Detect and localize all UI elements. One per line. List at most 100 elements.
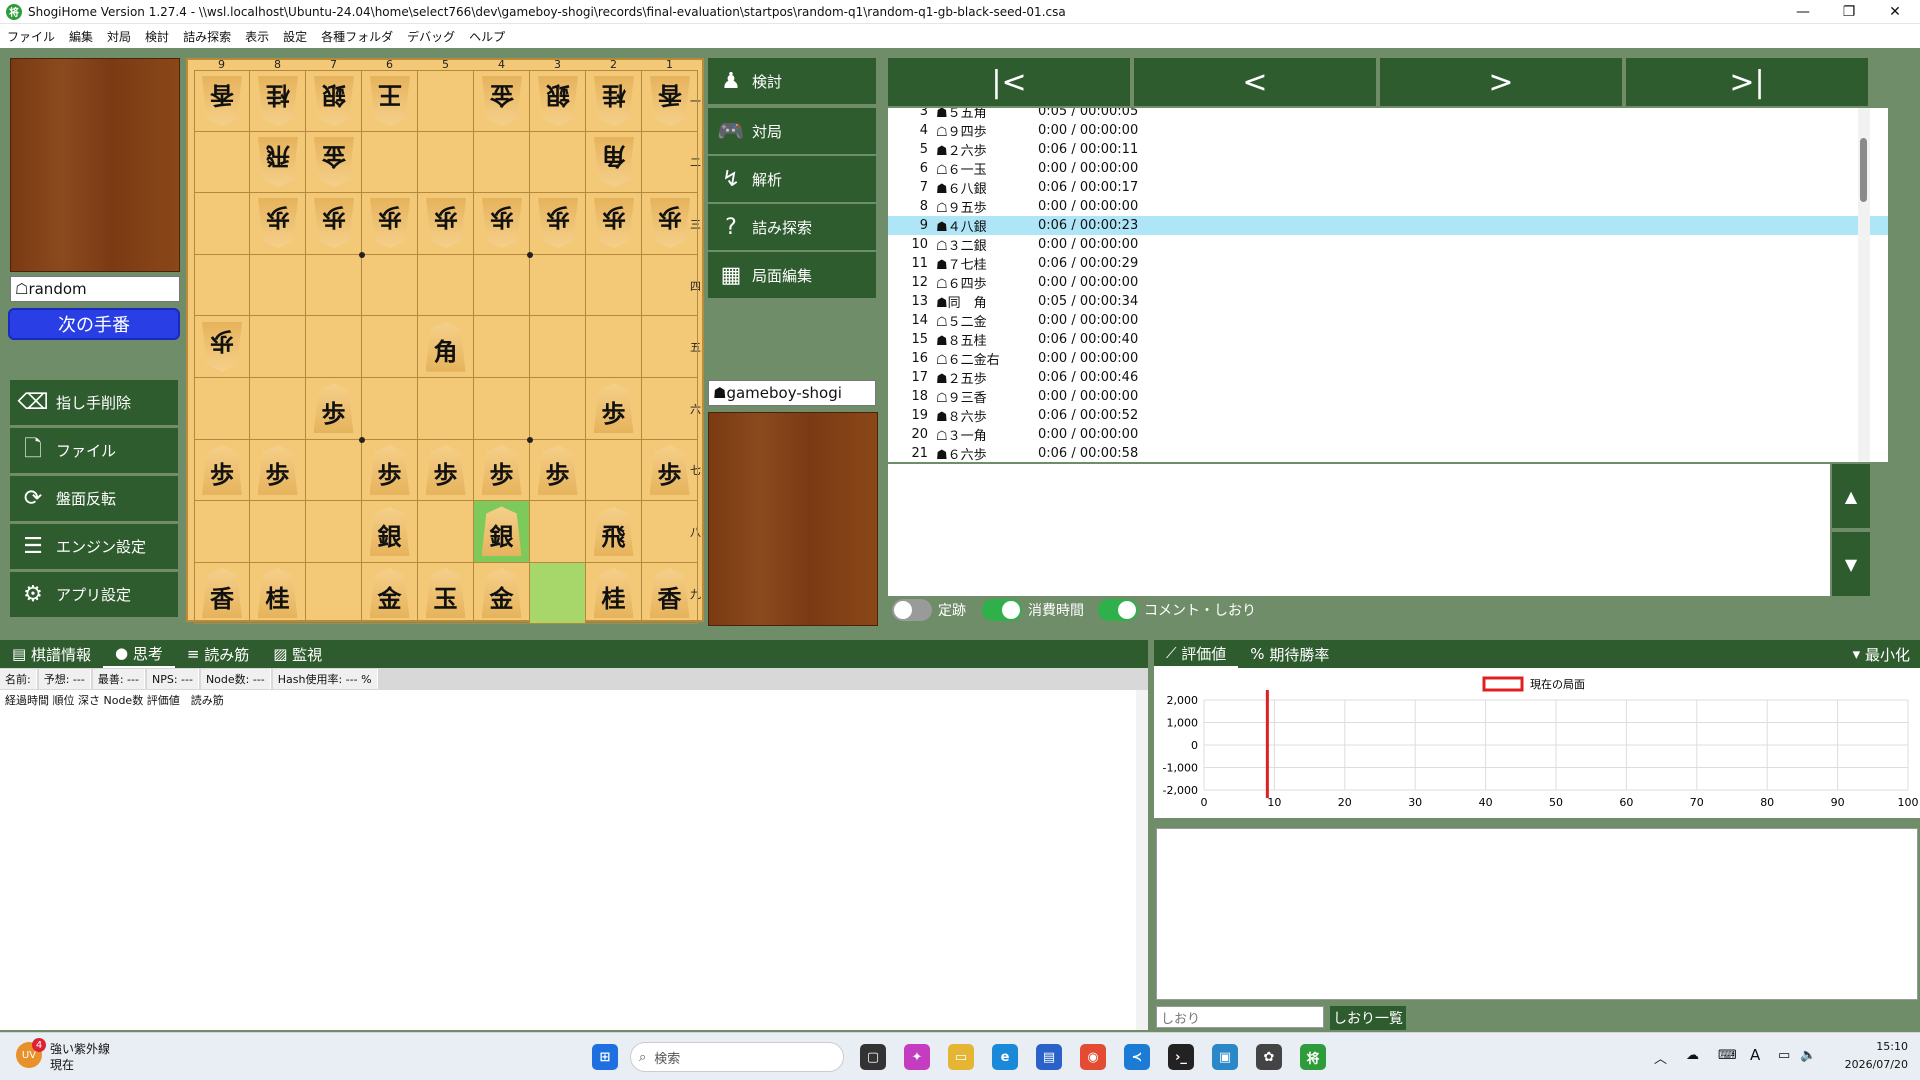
joseki-toggle[interactable]: 定跡 (892, 599, 966, 621)
shogi-piece[interactable]: 歩 (369, 444, 410, 495)
board-square[interactable]: 歩 (418, 439, 474, 502)
remote-desktop-icon[interactable]: ▣ (1212, 1044, 1238, 1070)
tab-win-rate[interactable]: % 期待勝率 (1238, 644, 1341, 665)
taskbar-search[interactable]: ⌕ 検索 (630, 1042, 844, 1072)
shogi-piece[interactable]: 角 (594, 137, 634, 187)
analysis-button[interactable]: ↯ 解析 (708, 156, 876, 202)
first-move-button[interactable]: |< (888, 58, 1132, 106)
engine-settings-button[interactable]: ☰ エンジン設定 (10, 524, 178, 570)
kifu-list[interactable]: 3 ☗５五角 0:05 / 00:00:05 4 ☖９四歩 0:00 / 00:00:00… (888, 108, 1888, 462)
board-square[interactable]: 金 (306, 131, 362, 194)
shogi-piece[interactable]: 桂 (593, 568, 634, 619)
shogi-piece[interactable]: 金 (369, 568, 410, 619)
shogi-piece[interactable]: 歩 (537, 444, 578, 495)
task-view-icon[interactable]: ▢ (860, 1044, 886, 1070)
menu-game[interactable]: 対局 (100, 28, 138, 45)
tab-thinking[interactable]: ● 思考 (102, 640, 175, 668)
board-square[interactable]: 歩 (642, 193, 698, 255)
think-scrollbar[interactable] (1136, 690, 1148, 1030)
board-square[interactable] (362, 131, 418, 194)
shogi-piece[interactable]: 銀 (314, 76, 354, 126)
board-square[interactable]: 銀 (306, 70, 362, 132)
ime-icon[interactable]: A (1750, 1046, 1760, 1064)
kifu-row[interactable]: 6 ☖６一玉 0:00 / 00:00:00 (888, 159, 1888, 178)
board-square[interactable]: 歩 (474, 439, 530, 502)
board-square[interactable]: 歩 (418, 193, 474, 255)
board-square[interactable]: 金 (474, 70, 530, 132)
chatgpt-icon[interactable]: ✿ (1256, 1044, 1282, 1070)
board-square[interactable]: 銀 (530, 70, 586, 132)
board-square[interactable]: 王 (362, 70, 418, 132)
board-square[interactable]: 角 (586, 131, 642, 194)
board-square[interactable]: 桂 (586, 562, 642, 625)
board-square[interactable]: 歩 (306, 193, 362, 255)
board-square[interactable] (642, 501, 698, 563)
shogi-piece[interactable]: 歩 (425, 444, 466, 495)
board-square[interactable]: 銀 (362, 501, 418, 563)
vscode-icon[interactable]: ≺ (1124, 1044, 1150, 1070)
kifu-row[interactable]: 4 ☖９四歩 0:00 / 00:00:00 (888, 121, 1888, 140)
shogi-piece[interactable]: 香 (202, 76, 242, 126)
menu-settings[interactable]: 設定 (276, 28, 314, 45)
menu-debug[interactable]: デバッグ (400, 28, 462, 45)
board-square[interactable] (474, 378, 530, 440)
next-move-button[interactable]: > (1380, 58, 1624, 106)
menu-folders[interactable]: 各種フォルダ (314, 28, 400, 45)
board-square[interactable] (474, 131, 530, 194)
shogi-piece[interactable]: 歩 (314, 198, 354, 248)
board-square[interactable] (362, 316, 418, 378)
file-button[interactable]: 🗋 ファイル (10, 428, 178, 474)
board-square[interactable] (418, 131, 474, 194)
kifu-row[interactable]: 14 ☖５二金 0:00 / 00:00:00 (888, 311, 1888, 330)
shogi-piece[interactable]: 歩 (370, 198, 410, 248)
sente-piece-stand[interactable] (708, 412, 878, 626)
board-square[interactable]: 歩 (194, 439, 250, 502)
shogi-piece[interactable]: 歩 (650, 198, 690, 248)
board-square[interactable] (530, 131, 586, 194)
keyboard-icon[interactable]: ⌨ (1718, 1048, 1737, 1063)
shogihome-taskbar-icon[interactable]: 将 (1300, 1044, 1326, 1070)
board-square[interactable] (530, 254, 586, 317)
think-table[interactable]: 経過時間 順位 深さ Node数 評価値 読み筋 (0, 690, 1148, 1030)
kifu-row[interactable]: 9 ☗４八銀 0:06 / 00:00:23 (888, 216, 1888, 235)
network-icon[interactable]: ▭ (1778, 1048, 1790, 1063)
store-icon[interactable]: ▤ (1036, 1044, 1062, 1070)
board-square[interactable] (418, 501, 474, 563)
shogi-piece[interactable]: 香 (202, 568, 242, 619)
board-square[interactable]: 歩 (530, 193, 586, 255)
board-square[interactable] (418, 378, 474, 440)
board-square[interactable] (362, 378, 418, 440)
board-square[interactable]: 歩 (586, 193, 642, 255)
board-square[interactable]: 歩 (362, 193, 418, 255)
shogi-piece[interactable]: 歩 (481, 444, 522, 495)
research-button[interactable]: ♟ 検討 (708, 58, 876, 104)
shogi-piece[interactable]: 歩 (593, 383, 634, 434)
board-square[interactable] (250, 254, 306, 317)
board-square[interactable] (194, 501, 250, 563)
board-square[interactable]: 金 (474, 562, 530, 625)
tab-pv[interactable]: ≡ 読み筋 (175, 640, 261, 668)
kifu-scroll-thumb[interactable] (1860, 138, 1867, 202)
app-settings-button[interactable]: ⚙ アプリ設定 (10, 572, 178, 618)
board-square[interactable] (586, 254, 642, 317)
tray-chevron-icon[interactable]: ︿ (1654, 1048, 1667, 1067)
board-square[interactable] (530, 562, 586, 625)
shogi-piece[interactable]: 銀 (369, 506, 410, 557)
board-square[interactable] (362, 254, 418, 317)
board-square[interactable]: 歩 (362, 439, 418, 502)
board-square[interactable] (642, 378, 698, 440)
board-square[interactable] (530, 378, 586, 440)
kifu-row[interactable]: 12 ☖６四歩 0:00 / 00:00:00 (888, 273, 1888, 292)
board-square[interactable] (474, 254, 530, 317)
shogi-piece[interactable]: 桂 (594, 76, 634, 126)
shogi-piece[interactable]: 金 (482, 76, 522, 126)
board-square[interactable] (306, 501, 362, 563)
kifu-row[interactable]: 8 ☖９五歩 0:00 / 00:00:00 (888, 197, 1888, 216)
tray-cloud-icon[interactable]: ☁ (1686, 1048, 1699, 1063)
shogi-piece[interactable]: 王 (370, 76, 410, 126)
board-square[interactable]: 歩 (250, 439, 306, 502)
comment-bookmark-switch[interactable] (1098, 599, 1138, 621)
last-move-button[interactable]: >| (1626, 58, 1870, 106)
elapsed-time-switch[interactable] (982, 599, 1022, 621)
board-square[interactable] (194, 378, 250, 440)
